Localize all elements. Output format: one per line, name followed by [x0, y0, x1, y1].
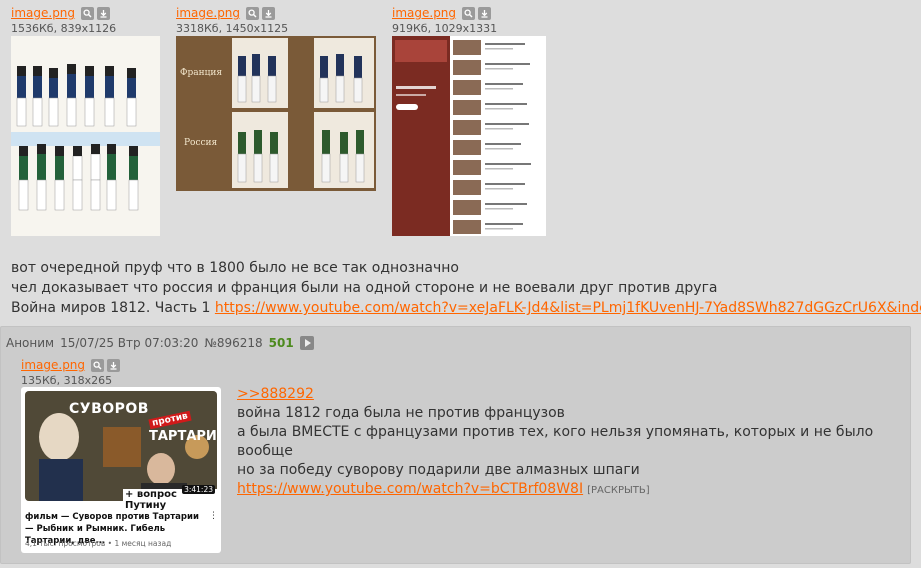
thumb-title-right: ТАРТАРИИ — [149, 429, 221, 444]
video-thumbnail-card[interactable]: СУВОРОВ против ТАРТАРИИ + вопрос Путину … — [21, 387, 221, 553]
label-russia: Россия — [184, 138, 218, 148]
image-thumbnail-uniforms-1[interactable] — [11, 36, 160, 236]
op-line-3: Война миров 1812. Часть 1 https://www.yo… — [11, 298, 921, 318]
download-icon[interactable] — [478, 6, 492, 20]
quote-link[interactable]: >>888292 — [237, 386, 314, 402]
post-index: 501 — [268, 336, 294, 350]
file-name-link[interactable]: image.png — [21, 358, 85, 372]
op-body: вот очередной пруф что в 1800 было не вс… — [11, 258, 921, 318]
image-thumbnail-uniforms-2[interactable]: Франция Россия — [176, 36, 376, 191]
thumb-title-top: СУВОРОВ — [69, 401, 149, 417]
file-meta: 3318Кб, 1450x1125 — [176, 22, 289, 35]
author-name: Аноним — [6, 336, 55, 350]
reply-line-1: война 1812 года была не против французов — [237, 405, 565, 421]
file-meta: 135Кб, 318x265 — [21, 374, 113, 387]
magnifier-icon[interactable] — [91, 358, 105, 372]
download-icon[interactable] — [97, 6, 111, 20]
file-header-2: image.png — [176, 6, 276, 20]
youtube-link[interactable]: https://www.youtube.com/watch?v=bCTBrf08… — [237, 481, 583, 497]
post-datetime: 15/07/25 Втр 07:03:20 — [60, 336, 199, 350]
reply-file-header: image.png — [21, 358, 121, 372]
video-views: 4,1 тыс. просмотров • 1 месяц назад — [25, 539, 172, 548]
magnifier-icon[interactable] — [462, 6, 476, 20]
youtube-link[interactable]: https://www.youtube.com/watch?v=xeJaFLK-… — [215, 300, 921, 316]
post-header: Аноним 15/07/25 Втр 07:03:20 №896218 501 — [6, 336, 314, 350]
magnifier-icon[interactable] — [81, 6, 95, 20]
download-icon[interactable] — [262, 6, 276, 20]
image-thumbnail-playlist[interactable] — [392, 36, 546, 236]
download-icon[interactable] — [107, 358, 121, 372]
label-france: Франция — [180, 68, 223, 78]
reply-line-2: а была ВМЕСТЕ с французами против тех, к… — [237, 424, 874, 459]
op-line-1: вот очередной пруф что в 1800 было не вс… — [11, 260, 459, 276]
magnifier-icon[interactable] — [246, 6, 260, 20]
reply-body: >>888292 война 1812 года была не против … — [237, 385, 910, 500]
file-name-link[interactable]: image.png — [392, 6, 456, 20]
more-options-icon[interactable]: ⋮ — [209, 511, 218, 521]
file-header-3: image.png — [392, 6, 492, 20]
expand-button[interactable]: [РАСКРЫТЬ] — [587, 485, 650, 496]
op-line-2: чел доказывает что россия и франция были… — [11, 280, 718, 296]
file-meta: 919Кб, 1029x1331 — [392, 22, 498, 35]
file-name-link[interactable]: image.png — [11, 6, 75, 20]
file-name-link[interactable]: image.png — [176, 6, 240, 20]
op-link-prefix: Война миров 1812. Часть 1 — [11, 300, 211, 316]
reply-line-3: но за победу суворову подарили две алмаз… — [237, 462, 640, 478]
reply-post: Аноним 15/07/25 Втр 07:03:20 №896218 501… — [0, 326, 911, 564]
file-meta: 1536Кб, 839x1126 — [11, 22, 117, 35]
play-icon[interactable] — [299, 336, 314, 350]
post-id-link[interactable]: №896218 — [204, 336, 262, 350]
file-header-1: image.png — [11, 6, 111, 20]
video-duration: 3:41:23 — [182, 485, 215, 494]
